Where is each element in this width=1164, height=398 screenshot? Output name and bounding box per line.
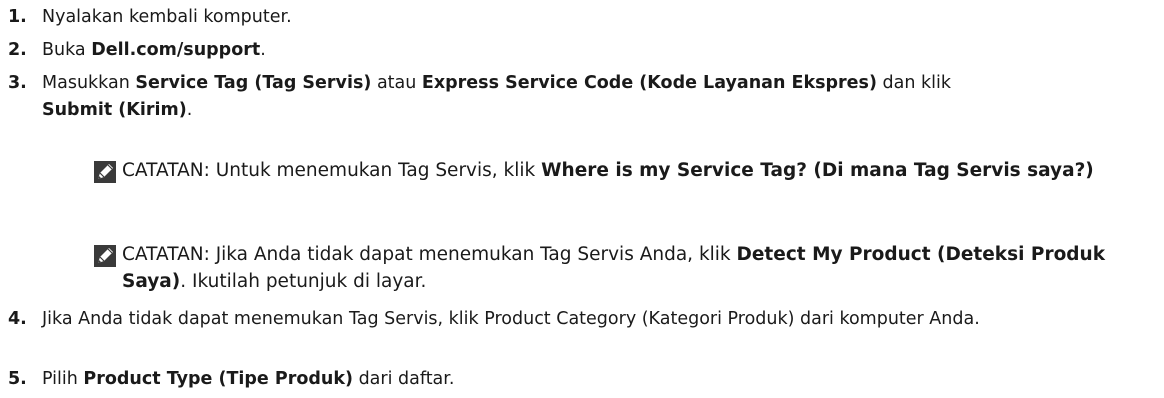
step-2: 2. Buka Dell.com/support. xyxy=(0,37,1150,63)
step-text-part: Pilih xyxy=(42,369,84,389)
document-page: 1. Nyalakan kembali komputer. 2. Buka De… xyxy=(0,0,1164,398)
step-text-part: dan klik xyxy=(876,73,952,93)
step-text-part: . xyxy=(260,40,266,60)
note-text: CATATAN: Jika Anda tidak dapat menemukan… xyxy=(122,241,1144,295)
step-number: 1. xyxy=(8,7,27,27)
note-text: CATATAN: Untuk menemukan Tag Servis, kli… xyxy=(122,157,1144,184)
step-text: Masukkan Service Tag (Tag Servis) atau E… xyxy=(42,70,1150,124)
term-product-type: Product Type (Tipe Produk) xyxy=(83,369,353,389)
step-3: 3. Masukkan Service Tag (Tag Servis) ata… xyxy=(0,70,1150,124)
step-text-part: Masukkan xyxy=(42,73,136,93)
step-text-part: atau xyxy=(371,73,422,93)
term-submit: Submit (Kirim) xyxy=(42,100,187,120)
step-1: 1. Nyalakan kembali komputer. xyxy=(0,4,1150,30)
step-number: 3. xyxy=(8,73,27,93)
term-express-service-code: Express Service Code (Kode Layanan Ekspr… xyxy=(421,73,877,93)
step-text-part: . xyxy=(186,100,193,120)
note-label: CATATAN: xyxy=(122,244,210,265)
note-text-part: . Ikutilah petunjuk di layar. xyxy=(180,271,427,292)
step-text-part: Jika Anda tidak dapat menemukan Tag Serv… xyxy=(42,309,980,329)
step-text: Buka Dell.com/support. xyxy=(42,37,1150,63)
note-label: CATATAN: xyxy=(122,160,210,181)
link-text-dell-support: Dell.com/support xyxy=(91,40,261,60)
step-number: 2. xyxy=(8,40,27,60)
term-service-tag: Service Tag (Tag Servis) xyxy=(135,73,372,93)
note-1: CATATAN: Untuk menemukan Tag Servis, kli… xyxy=(94,157,1144,184)
step-text-part: dari daftar. xyxy=(353,369,455,389)
step-number: 5. xyxy=(8,369,27,389)
step-text: Pilih Product Type (Tipe Produk) dari da… xyxy=(42,366,1150,392)
note-text-part: Jika Anda tidak dapat menemukan Tag Serv… xyxy=(209,244,737,265)
pencil-note-icon xyxy=(94,245,116,267)
step-text: Jika Anda tidak dapat menemukan Tag Serv… xyxy=(42,306,1142,332)
pencil-note-icon xyxy=(94,161,116,183)
step-5: 5. Pilih Product Type (Tipe Produk) dari… xyxy=(0,366,1150,392)
term-where-is-service-tag: Where is my Service Tag? (Di mana Tag Se… xyxy=(541,160,1094,181)
step-text: Nyalakan kembali komputer. xyxy=(42,4,1150,30)
note-text-part: Untuk menemukan Tag Servis, klik xyxy=(209,160,542,181)
note-2: CATATAN: Jika Anda tidak dapat menemukan… xyxy=(94,241,1144,295)
step-text-part: Nyalakan kembali komputer. xyxy=(42,7,292,27)
step-number: 4. xyxy=(8,309,27,329)
step-text-part: Buka xyxy=(42,40,92,60)
step-4: 4. Jika Anda tidak dapat menemukan Tag S… xyxy=(0,306,1150,332)
